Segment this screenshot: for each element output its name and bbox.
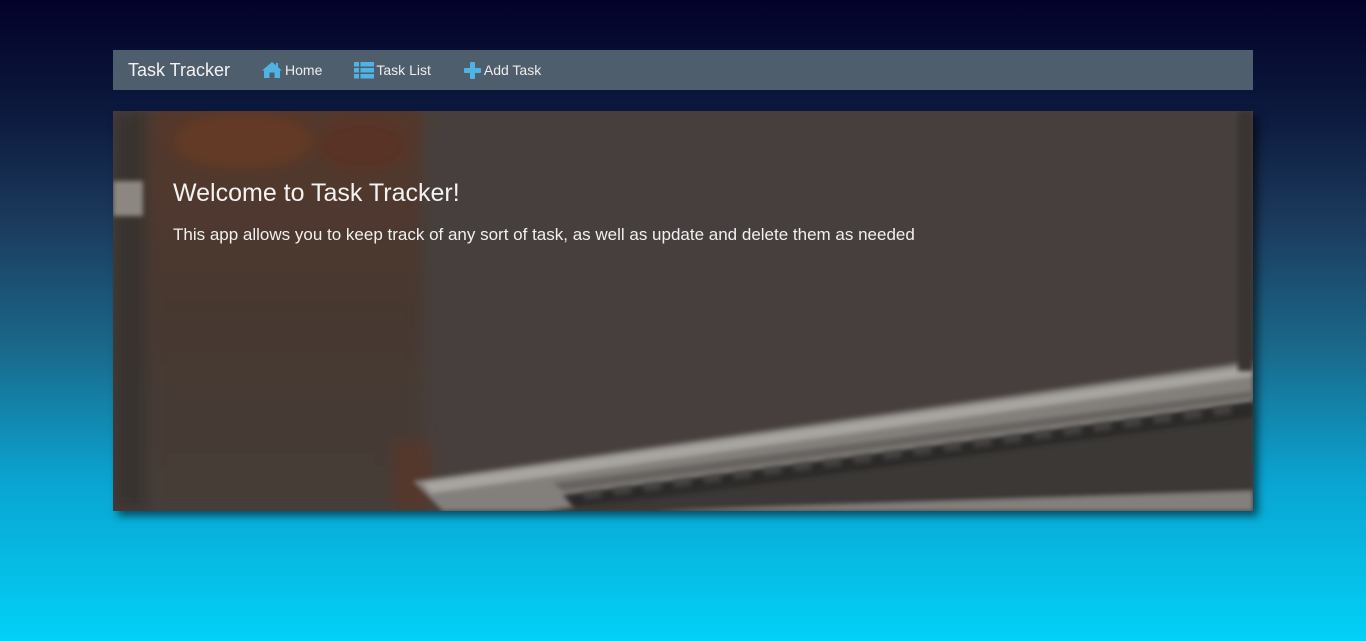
home-icon (261, 61, 283, 79)
nav-link-home-label: Home (285, 62, 323, 78)
hero-title: Welcome to Task Tracker! (173, 179, 460, 207)
top-navbar: Task Tracker Home Task List Add Task (113, 50, 1253, 90)
nav-link-home[interactable]: Home (261, 61, 322, 79)
hero-description: This app allows you to keep track of any… (173, 225, 915, 244)
hero-background-image (113, 111, 1253, 511)
nav-link-add-task-label: Add Task (483, 62, 542, 78)
nav-link-task-list-label: Task List (376, 62, 431, 78)
brand-link[interactable]: Task Tracker (128, 60, 230, 81)
welcome-jumbotron: Welcome to Task Tracker! This app allows… (113, 111, 1253, 511)
list-icon (354, 61, 375, 79)
nav-link-add-task[interactable]: Add Task (463, 61, 542, 79)
hero-content: Welcome to Task Tracker! This app allows… (173, 179, 915, 245)
plus-icon (463, 61, 482, 79)
nav-link-task-list[interactable]: Task List (354, 61, 431, 79)
